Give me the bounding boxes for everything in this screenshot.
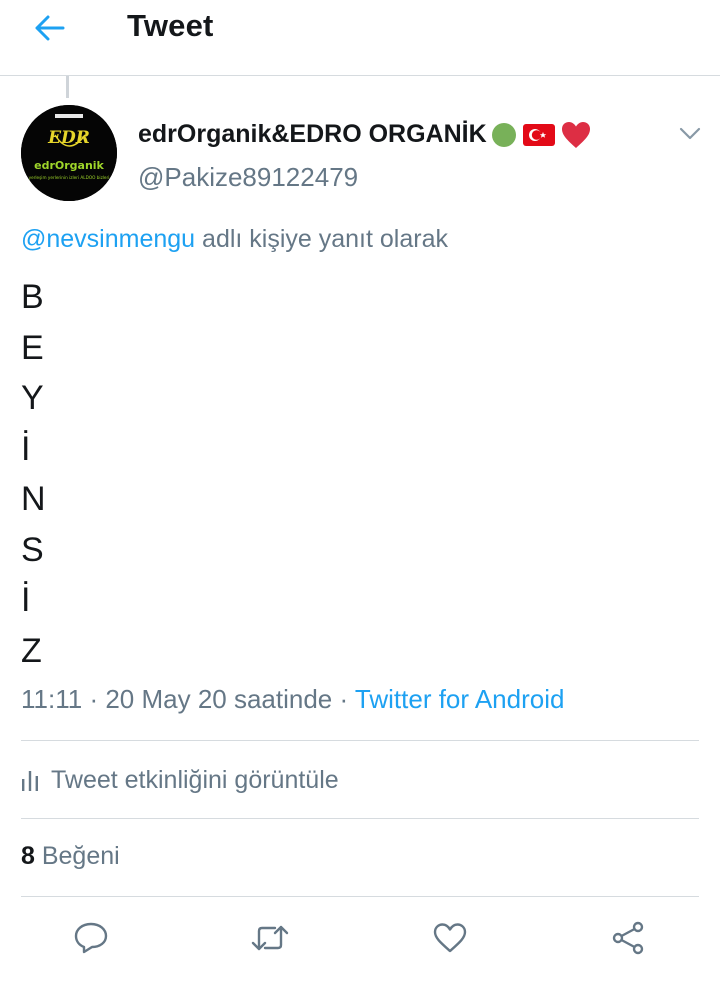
- tweet-menu-button[interactable]: [676, 120, 704, 148]
- tweet-date: 20 May 20 saatinde: [105, 684, 333, 714]
- divider: [21, 818, 699, 819]
- reply-context: @nevsinmengu adlı kişiye yanıt olarak: [21, 225, 448, 254]
- tweet-time: 11:11: [21, 684, 83, 714]
- page-title: Tweet: [127, 8, 214, 43]
- view-tweet-activity-label: Tweet etkinliğini görüntüle: [51, 765, 339, 794]
- heart-outline-icon: [433, 923, 467, 953]
- top-app-bar: Tweet: [0, 0, 720, 76]
- reply-context-text: adlı kişiye yanıt olarak: [195, 225, 448, 253]
- retweet-button[interactable]: [250, 918, 290, 958]
- green-circle-emoji: [491, 122, 516, 147]
- share-icon: [612, 921, 644, 955]
- retweet-icon: [251, 925, 289, 951]
- view-tweet-activity-link[interactable]: Tweet etkinliğini görüntüle: [21, 760, 339, 800]
- tweet-text-line: İ: [21, 581, 31, 619]
- speech-bubble-icon: [74, 922, 108, 954]
- chevron-down-icon: [679, 127, 701, 140]
- tweet-text-line: Z: [21, 631, 42, 670]
- tweet-meta: 11:11 · 20 May 20 saatinde · Twitter for…: [21, 684, 564, 715]
- thread-connector-line: [66, 76, 69, 98]
- tweet-text-line: B: [21, 278, 44, 316]
- arrow-left-icon: [35, 15, 65, 41]
- reply-button[interactable]: [71, 918, 111, 958]
- share-button[interactable]: [608, 918, 648, 958]
- red-heart-emoji: [561, 121, 590, 148]
- meta-separator: ·: [332, 684, 355, 714]
- tweet-text: B E Y İ N S İ Z: [21, 272, 46, 676]
- avatar-tagline: yerleşim yerlerinin izleri ALDOO bizleri: [29, 175, 110, 180]
- tweet-text-line: S: [21, 530, 44, 569]
- tweet-text-line: Y: [21, 379, 44, 417]
- avatar-logo-image: EDR edrOrganik yerleşim yerlerinin izler…: [21, 105, 117, 201]
- tweet-source-link[interactable]: Twitter for Android: [355, 684, 565, 714]
- avatar[interactable]: EDR edrOrganik yerleşim yerlerinin izler…: [21, 105, 117, 201]
- tweet-text-line: E: [21, 328, 44, 367]
- meta-separator: ·: [82, 684, 106, 714]
- author-handle[interactable]: @Pakize89122479: [138, 162, 358, 193]
- avatar-brand-text: edrOrganik: [34, 159, 104, 172]
- tweet-text-line: İ: [21, 429, 31, 468]
- author-display-name-row[interactable]: edrOrganik&EDRO ORGANİK: [138, 120, 591, 149]
- likes-label: Beğeni: [34, 842, 120, 870]
- likes-count-row[interactable]: 8 Beğeni: [21, 842, 120, 871]
- reply-mention-link[interactable]: @nevsinmengu: [21, 225, 195, 253]
- divider: [21, 740, 699, 741]
- divider: [21, 896, 699, 897]
- like-button[interactable]: [430, 918, 470, 958]
- bar-chart-icon: [22, 771, 38, 791]
- likes-count: 8: [21, 842, 35, 870]
- back-button[interactable]: [28, 8, 72, 48]
- tweet-text-line: N: [21, 480, 46, 518]
- name-emojis: [491, 121, 591, 149]
- turkey-flag-emoji: [522, 123, 555, 146]
- author-display-name: edrOrganik&EDRO ORGANİK: [138, 120, 487, 148]
